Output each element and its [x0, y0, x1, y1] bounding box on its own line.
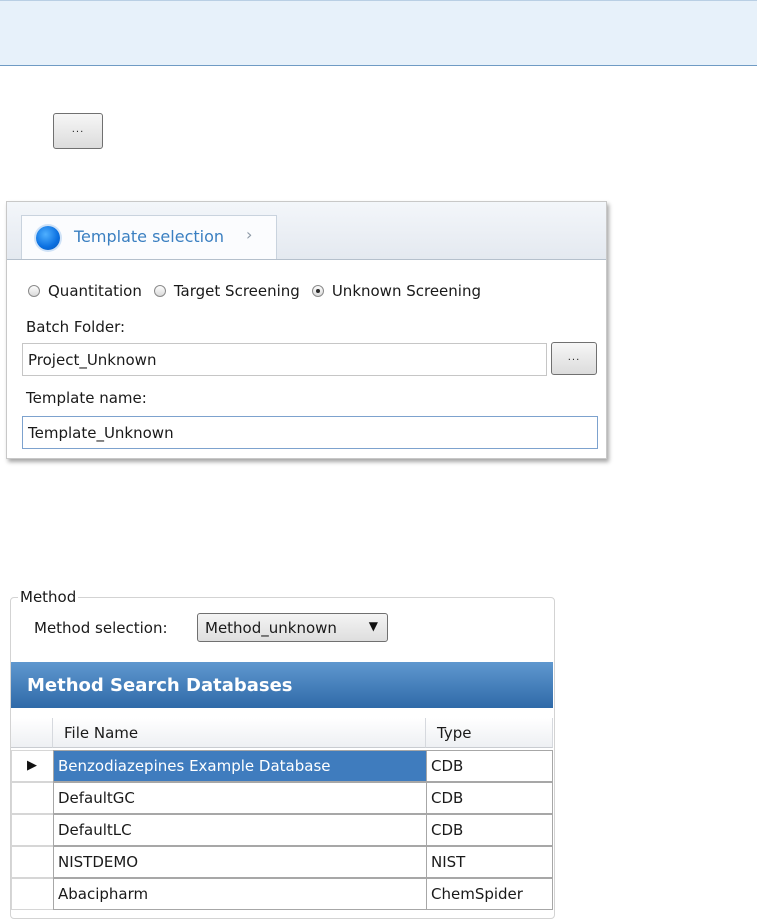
cell-file-name[interactable]: Abacipharm — [53, 878, 427, 910]
row-selector[interactable] — [11, 878, 53, 910]
cell-file-name[interactable]: NISTDEMO — [53, 846, 427, 878]
method-selection-dropdown[interactable]: Method_unknown ▼ — [197, 613, 388, 642]
cell-type[interactable]: CDB — [426, 750, 553, 782]
cell-type[interactable]: NIST — [426, 846, 553, 878]
active-step-indicator-icon — [36, 226, 60, 250]
row-selector[interactable] — [11, 782, 53, 814]
chevron-right-icon: › — [246, 225, 253, 244]
databases-header: Method Search Databases — [11, 662, 553, 708]
row-header-corner — [11, 718, 53, 748]
radio-quantitation[interactable]: Quantitation — [28, 282, 142, 300]
batch-folder-field[interactable]: Project_Unknown — [22, 343, 547, 376]
template-name-field[interactable]: Template_Unknown — [22, 416, 598, 449]
table-row[interactable]: DefaultLC CDB — [11, 814, 553, 846]
table-row[interactable]: Abacipharm ChemSpider — [11, 878, 553, 910]
method-legend: Method — [18, 588, 79, 606]
table-row[interactable]: DefaultGC CDB — [11, 782, 553, 814]
radio-button-checked[interactable] — [311, 285, 324, 297]
column-header-type[interactable]: Type — [426, 718, 553, 748]
row-selector[interactable] — [11, 846, 53, 878]
chevron-down-icon: ▼ — [368, 619, 378, 633]
cell-type[interactable]: CDB — [426, 782, 553, 814]
radio-label: Quantitation — [48, 282, 142, 300]
radio-target-screening[interactable]: Target Screening — [153, 282, 300, 300]
cell-type[interactable]: ChemSpider — [426, 878, 553, 910]
radio-button[interactable] — [28, 285, 40, 297]
batch-folder-browse-button[interactable]: ... — [551, 342, 597, 375]
current-row-arrow-icon: ▶ — [27, 758, 37, 773]
cell-type[interactable]: CDB — [426, 814, 553, 846]
cell-file-name[interactable]: DefaultGC — [53, 782, 427, 814]
method-selection-label: Method selection: — [34, 619, 168, 637]
wizard-step-bar: Template selection › — [7, 202, 606, 260]
table-row[interactable]: ▶ Benzodiazepines Example Database CDB — [11, 750, 553, 782]
column-header-file-name[interactable]: File Name — [53, 718, 426, 748]
top-banner — [0, 0, 757, 66]
radio-unknown-screening[interactable]: Unknown Screening — [311, 282, 481, 300]
template-name-label: Template name: — [26, 389, 147, 407]
step-template-selection[interactable]: Template selection › — [21, 215, 277, 259]
row-selector[interactable]: ▶ — [11, 750, 53, 782]
row-selector[interactable] — [11, 814, 53, 846]
table-row[interactable]: NISTDEMO NIST — [11, 846, 553, 878]
cell-file-name[interactable]: Benzodiazepines Example Database — [53, 750, 427, 782]
radio-label: Target Screening — [173, 282, 300, 300]
screening-type-radio-group: Quantitation Target Screening Unknown Sc… — [28, 282, 493, 300]
cell-file-name[interactable]: DefaultLC — [53, 814, 427, 846]
browse-button[interactable]: ... — [53, 113, 103, 149]
dropdown-value: Method_unknown — [205, 618, 337, 637]
batch-folder-label: Batch Folder: — [26, 318, 126, 336]
step-label: Template selection — [74, 227, 225, 246]
radio-button[interactable] — [153, 285, 166, 297]
radio-label: Unknown Screening — [331, 282, 481, 300]
